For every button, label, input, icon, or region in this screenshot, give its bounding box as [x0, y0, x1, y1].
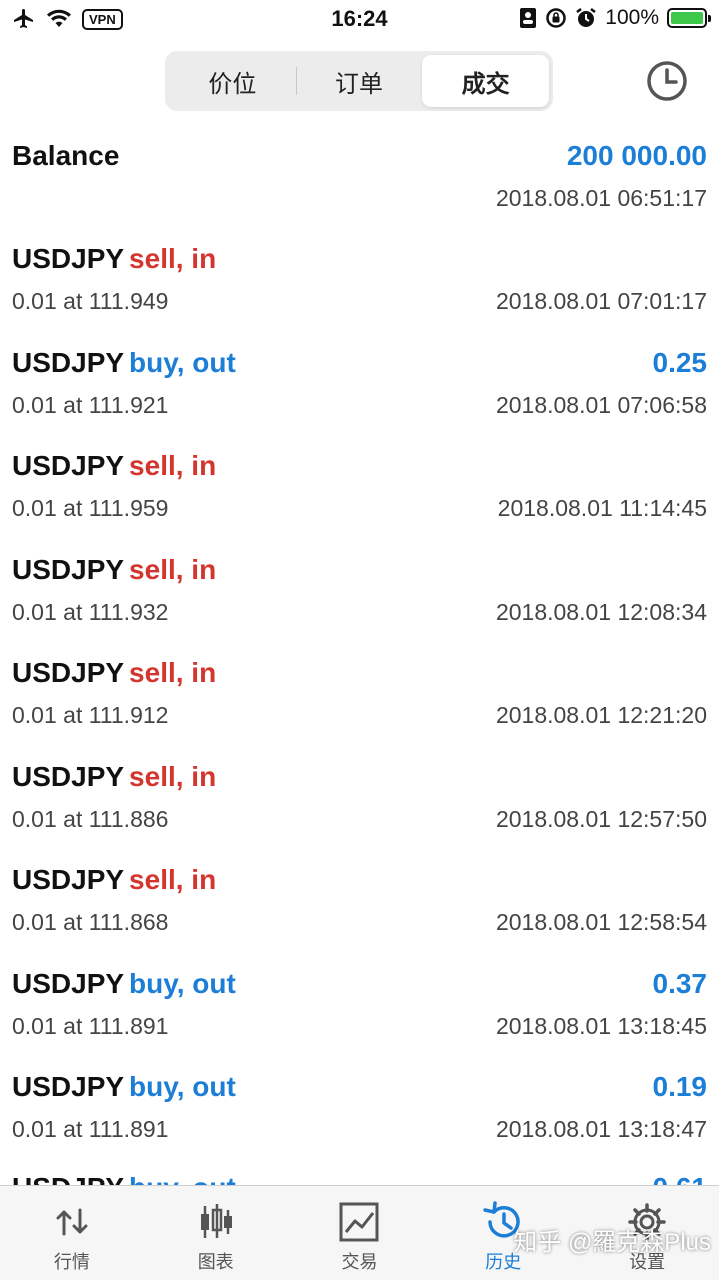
deal-detail: 0.01 at 111.891: [12, 1013, 169, 1039]
deal-time: 2018.08.01 07:06:58: [495, 392, 707, 418]
tab-trade[interactable]: 交易: [288, 1186, 432, 1280]
deal-time: 2018.08.01 12:58:54: [495, 909, 707, 935]
tab-deals[interactable]: 成交: [422, 55, 550, 107]
deal-detail: 0.01 at 111.921: [12, 392, 169, 418]
status-bar: VPN 16:24 100%: [0, 0, 719, 40]
deal-row[interactable]: USDJPY sell, in 0.01 at 111.868 2018.08.0…: [0, 864, 719, 954]
deal-detail: 0.01 at 111.959: [12, 495, 169, 521]
deal-time: 2018.08.01 07:01:17: [495, 288, 707, 314]
tab-charts[interactable]: 图表: [144, 1186, 288, 1280]
tab-quotes-label: 行情: [53, 1252, 90, 1272]
quotes-arrows-icon: [56, 1208, 88, 1236]
deal-title: USDJPYbuy, out: [12, 1071, 236, 1103]
deal-symbol: USDJPY: [12, 450, 125, 481]
deal-detail: 0.01 at 111.932: [12, 599, 169, 625]
balance-amount: 200 000.00: [566, 140, 707, 171]
deal-detail: 0.01 at 111.868: [12, 909, 169, 935]
tab-charts-label: 图表: [197, 1252, 234, 1272]
deal-time: 2018.08.01 13:18:45: [495, 1013, 707, 1039]
deal-title: USDJPY sell, in: [12, 450, 216, 482]
deal-row[interactable]: USDJPY sell, in 0.01 at 111.949 2018.08.0…: [0, 243, 719, 333]
deal-symbol: USDJPY: [12, 347, 125, 378]
deal-title: USDJPYbuy, out: [12, 347, 236, 379]
deal-detail: 0.01 at 111.949: [12, 288, 169, 314]
deal-title: USDJPY sell, in: [12, 657, 216, 689]
segmented-control: 价位 订单 成交: [165, 51, 553, 111]
deal-detail: 0.01 at 111.886: [12, 806, 169, 832]
history-period-button[interactable]: [645, 59, 689, 103]
deal-action: sell, in: [129, 243, 217, 274]
deal-row[interactable]: USDJPY buy, out 0.37 0.01 at 111.891 2018…: [0, 968, 719, 1058]
deal-action: buy, out: [129, 347, 236, 378]
deal-symbol: USDJPY: [12, 554, 125, 585]
deal-detail: 0.01 at 111.891: [12, 1116, 169, 1142]
deal-symbol: USDJPY: [12, 761, 125, 792]
deal-time: 2018.08.01 13:18:47: [495, 1116, 707, 1142]
tab-trade-label: 交易: [341, 1252, 378, 1272]
balance-time: 2018.08.01 06:51:17: [495, 185, 707, 211]
deal-row[interactable]: USDJPY sell, in 0.01 at 111.959 2018.08.0…: [0, 450, 719, 540]
contact-card-icon: [520, 8, 537, 28]
deal-symbol: USDJPY: [12, 1071, 125, 1102]
deal-action: sell, in: [129, 657, 217, 688]
deal-action: sell, in: [129, 554, 217, 585]
deal-title: USDJPY sell, in: [12, 761, 216, 793]
deal-title: USDJPY sell, in: [12, 864, 216, 896]
deal-action: sell, in: [129, 761, 217, 792]
deal-profit: 0.19: [652, 1071, 708, 1102]
deal-time: 2018.08.01 12:21:20: [495, 702, 707, 728]
trade-chart-icon: [339, 1202, 379, 1242]
deal-symbol: USDJPY: [12, 968, 125, 999]
battery-icon: [667, 8, 711, 28]
candlestick-chart-icon: [200, 1204, 232, 1238]
status-right: 100%: [519, 6, 711, 30]
tab-prices[interactable]: 价位: [169, 55, 296, 107]
deal-title: USDJPY sell, in: [12, 243, 216, 275]
balance-row[interactable]: Balance 200 000.00 2018.08.01 06:51:17: [0, 140, 719, 220]
deal-profit: 0.25: [652, 347, 708, 378]
deal-row[interactable]: USDJPY sell, in 0.01 at 111.912 2018.08.0…: [0, 657, 719, 747]
deal-symbol: USDJPY: [12, 657, 125, 688]
deal-action: sell, in: [129, 450, 217, 481]
battery-percent: 100%: [605, 6, 659, 29]
deal-row[interactable]: USDJPY buy, out 0.19 0.01 at 111.891 2018…: [0, 1071, 719, 1161]
deal-time: 2018.08.01 12:57:50: [495, 806, 707, 832]
deal-row[interactable]: USDJPY buy, out 0.25 0.01 at 111.921 2018…: [0, 347, 719, 437]
deal-action: buy, out: [129, 968, 236, 999]
deal-profit: 0.37: [652, 968, 708, 999]
watermark: 知乎 @羅克森Plus: [513, 1229, 711, 1256]
deal-time: 2018.08.01 11:14:45: [497, 495, 707, 521]
deal-title: USDJPYbuy, out: [12, 968, 236, 1000]
tab-quotes[interactable]: 行情: [0, 1186, 144, 1280]
clock-icon: [647, 61, 687, 101]
alarm-icon: [576, 8, 597, 27]
deal-row[interactable]: USDJPY sell, in 0.01 at 111.886 2018.08.0…: [0, 761, 719, 851]
deal-time: 2018.08.01 12:08:34: [495, 599, 707, 625]
deal-action: sell, in: [129, 864, 217, 895]
deal-symbol: USDJPY: [12, 243, 125, 274]
deal-action: buy, out: [129, 1071, 236, 1102]
deal-detail: 0.01 at 111.912: [12, 702, 169, 728]
tab-orders[interactable]: 订单: [295, 55, 423, 107]
deal-symbol: USDJPY: [12, 864, 125, 895]
balance-label: Balance: [12, 140, 120, 171]
deal-row[interactable]: USDJPY sell, in 0.01 at 111.932 2018.08.0…: [0, 554, 719, 644]
rotation-lock-icon: [546, 8, 567, 28]
deal-title: USDJPY sell, in: [12, 554, 216, 586]
